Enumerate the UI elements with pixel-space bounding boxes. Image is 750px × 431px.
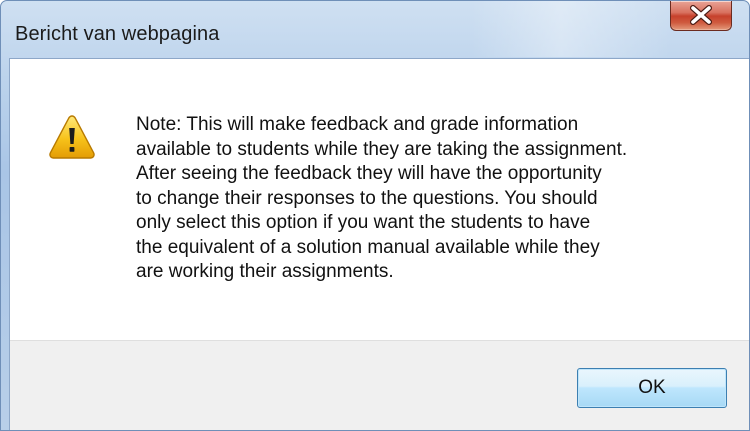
button-bar: OK <box>10 340 749 430</box>
message-text: Note: This will make feedback and grade … <box>136 114 628 282</box>
close-button[interactable] <box>670 1 732 31</box>
warning-icon <box>49 115 95 159</box>
dialog-window: Bericht van webpagina Note: This will ma… <box>0 0 750 431</box>
ok-button[interactable]: OK <box>577 368 727 408</box>
title-bar[interactable]: Bericht van webpagina <box>1 1 749 57</box>
dialog-body: Note: This will make feedback and grade … <box>9 58 749 430</box>
dialog-title: Bericht van webpagina <box>15 23 220 45</box>
close-icon <box>690 5 712 25</box>
